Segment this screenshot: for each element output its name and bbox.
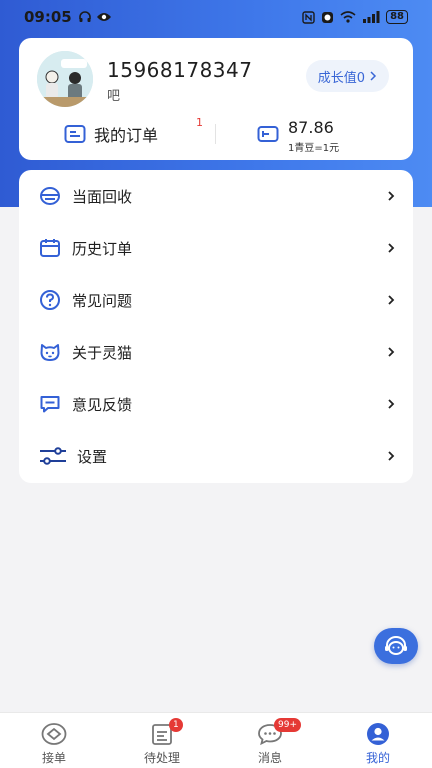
settings-sliders-icon [39, 445, 67, 467]
order-list-icon [64, 125, 86, 143]
menu-item-about[interactable]: 关于灵猫 [19, 326, 413, 378]
wallet-icon [257, 126, 279, 142]
menu-item-recycle[interactable]: 当面回收 [19, 170, 413, 222]
tab-label: 消息 [257, 751, 282, 765]
tab-mine[interactable]: 我的 [324, 713, 432, 768]
beans-rate: 1青豆=1元 [288, 143, 340, 154]
wifi-icon [340, 11, 356, 23]
cat-icon [39, 341, 61, 363]
menu-item-settings[interactable]: 设置 [19, 430, 413, 482]
headphones-icon [78, 11, 91, 22]
recycle-icon [39, 185, 61, 207]
chevron-right-icon [385, 185, 397, 207]
phone-number: 15968178347 [107, 58, 253, 82]
signal-icon [363, 11, 380, 23]
chevron-right-icon [385, 237, 397, 259]
chevron-right-icon [385, 445, 397, 467]
headset-icon [385, 636, 407, 655]
bottom-tab-bar: 接单 1 待处理 99+ 消息 我的 [0, 712, 432, 768]
menu-item-label: 意见反馈 [72, 396, 133, 414]
calendar-icon [39, 237, 61, 259]
battery-indicator: 88 [386, 10, 408, 24]
feedback-icon [39, 393, 61, 415]
status-bar: 09:05 88 [0, 0, 432, 34]
divider [215, 124, 216, 144]
menu-item-label: 设置 [77, 448, 108, 466]
chevron-right-icon [385, 289, 397, 311]
profile-icon [365, 721, 391, 747]
customer-service-button[interactable] [374, 628, 418, 664]
alarm-icon [322, 11, 334, 23]
avatar-illustration [37, 51, 93, 107]
menu-item-label: 历史订单 [72, 240, 133, 258]
tab-pending[interactable]: 1 待处理 [108, 713, 216, 768]
growth-label: 成长值0 [317, 70, 365, 86]
tab-label: 接单 [41, 751, 66, 765]
avatar[interactable] [37, 51, 93, 107]
eye-icon [41, 721, 67, 747]
orders-badge: 1 [196, 116, 203, 129]
menu-item-label: 常见问题 [72, 292, 133, 310]
profile-card: 15968178347 吧 成长值0 我的订单 1 87.86 1青豆=1元 [19, 38, 413, 160]
beans-value: 87.86 [288, 118, 334, 137]
tab-messages[interactable]: 99+ 消息 [216, 713, 324, 768]
menu-item-label: 当面回收 [72, 188, 133, 206]
menu-item-history-orders[interactable]: 历史订单 [19, 222, 413, 274]
status-time: 09:05 [24, 8, 72, 26]
chevron-right-icon [385, 341, 397, 363]
my-orders-button[interactable]: 我的订单 1 [64, 116, 203, 146]
pending-badge: 1 [169, 718, 183, 732]
eye-status-icon [96, 13, 111, 21]
tab-label: 待处理 [143, 751, 180, 765]
nfc-icon [302, 10, 315, 24]
tab-label: 我的 [365, 751, 390, 765]
menu-item-feedback[interactable]: 意见反馈 [19, 378, 413, 430]
messages-badge: 99+ [274, 718, 301, 732]
my-orders-label: 我的订单 [94, 126, 159, 145]
question-icon [39, 289, 61, 311]
menu-item-label: 关于灵猫 [72, 344, 133, 362]
tab-accept-orders[interactable]: 接单 [0, 713, 108, 768]
growth-value-button[interactable]: 成长值0 [305, 60, 389, 92]
chevron-right-icon [385, 393, 397, 415]
chevron-right-icon [370, 71, 377, 81]
menu-item-faq[interactable]: 常见问题 [19, 274, 413, 326]
menu-card: 当面回收 历史订单 常见问题 关于灵猫 意见反馈 设置 [19, 170, 413, 483]
nickname: 吧 [107, 89, 121, 104]
